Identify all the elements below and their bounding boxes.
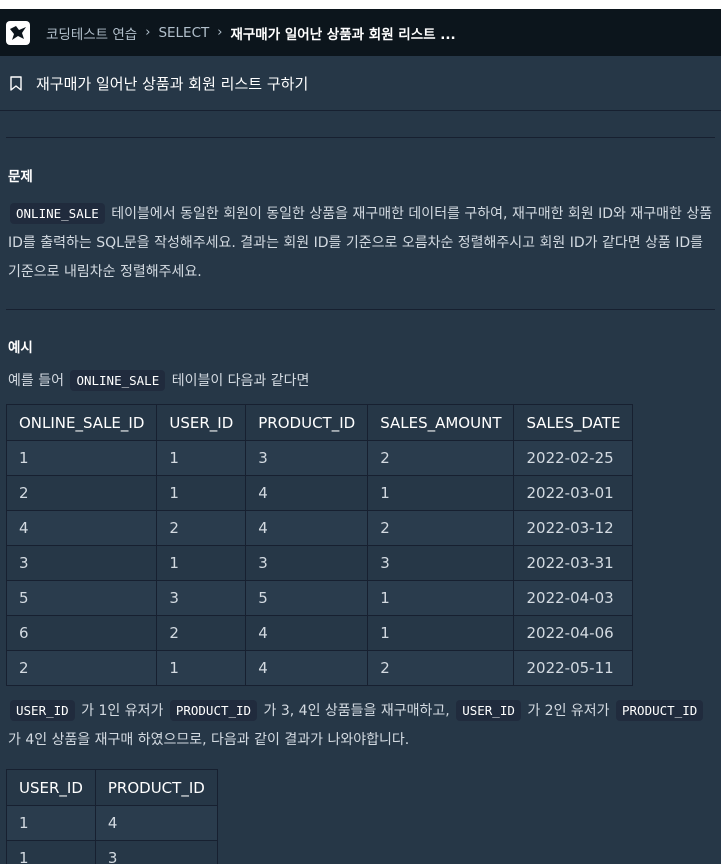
table-name-code: ONLINE_SALE [70, 370, 166, 391]
table-cell: 3 [245, 440, 369, 476]
table-cell: 1 [6, 840, 96, 864]
problem-title-bar: 재구매가 일어난 상품과 회원 리스트 구하기 [0, 56, 721, 111]
table-cell: 2022-03-31 [513, 545, 634, 581]
table-cell: 1 [156, 650, 247, 686]
app-frame: 코딩테스트 연습 › SELECT › 재구매가 일어난 상품과 회원 리스트 … [0, 9, 721, 864]
table-cell: 2 [156, 615, 247, 651]
example-intro-text: 예를 들어 [8, 373, 64, 389]
column-name-code: PRODUCT_ID [616, 700, 704, 721]
explanation-text: 가 1인 유저가 [81, 703, 164, 719]
table-row: 4 2 4 2 2022-03-12 [5, 510, 634, 546]
top-navigation: 코딩테스트 연습 › SELECT › 재구매가 일어난 상품과 회원 리스트 … [0, 9, 721, 56]
table-cell: 4 [245, 510, 369, 546]
column-header: SALES_DATE [513, 404, 634, 441]
table-cell: 2022-03-12 [513, 510, 634, 546]
example-intro-text: 테이블이 다음과 같다면 [171, 373, 310, 389]
table-cell: 4 [245, 615, 369, 651]
table-cell: 6 [5, 615, 158, 651]
table-cell: 2 [367, 440, 515, 476]
table-row: 1 4 [6, 805, 218, 841]
table-cell: 4 [245, 650, 369, 686]
table-cell: 3 [94, 840, 218, 864]
example-heading: 예시 [8, 340, 33, 356]
table-cell: 2 [367, 510, 515, 546]
table-row: 3 1 3 3 2022-03-31 [5, 545, 634, 581]
table-header-row: USER_ID PRODUCT_ID [6, 769, 218, 806]
table-cell: 2 [5, 475, 158, 511]
table-cell: 2022-02-25 [513, 440, 634, 476]
table-row: 1 1 3 2 2022-02-25 [5, 440, 634, 476]
table-cell: 1 [156, 475, 247, 511]
breadcrumb-select[interactable]: SELECT [158, 25, 209, 41]
table-row: 2 1 4 2 2022-05-11 [5, 650, 634, 686]
problem-title: 재구매가 일어난 상품과 회원 리스트 구하기 [36, 74, 309, 93]
table-cell: 4 [5, 510, 158, 546]
result-table: USER_ID PRODUCT_ID 1 4 1 3 [6, 769, 218, 864]
table-cell: 2022-03-01 [513, 475, 634, 511]
bookmark-icon[interactable] [10, 75, 22, 91]
breadcrumb-coding-test[interactable]: 코딩테스트 연습 [46, 23, 137, 43]
table-cell: 5 [5, 580, 158, 616]
table-header-row: ONLINE_SALE_ID USER_ID PRODUCT_ID SALES_… [5, 404, 634, 441]
column-header: USER_ID [156, 404, 247, 441]
table-cell: 3 [367, 545, 515, 581]
online-sale-table: ONLINE_SALE_ID USER_ID PRODUCT_ID SALES_… [5, 404, 634, 686]
table-cell: 2022-05-11 [513, 650, 634, 686]
table-cell: 4 [94, 805, 218, 841]
table-cell: 1 [156, 545, 247, 581]
table-row: 2 1 4 1 2022-03-01 [5, 475, 634, 511]
explanation-text: 가 4인 상품을 재구매 하였으므로, 다음과 같이 결과가 나와야합니다. [8, 732, 410, 748]
explanation-text: 가 2인 유저가 [527, 703, 610, 719]
table-cell: 2 [5, 650, 158, 686]
breadcrumb-current: 재구매가 일어난 상품과 회원 리스트 ... [230, 26, 456, 43]
column-name-code: PRODUCT_ID [169, 700, 258, 721]
table-cell: 3 [245, 545, 369, 581]
column-name-code: USER_ID [456, 700, 521, 721]
chevron-right-icon: › [217, 25, 223, 40]
column-header: ONLINE_SALE_ID [5, 404, 158, 441]
table-cell: 3 [5, 545, 158, 581]
table-cell: 2022-04-03 [513, 580, 634, 616]
programmers-logo-icon[interactable] [6, 20, 30, 45]
column-header: PRODUCT_ID [245, 404, 369, 441]
table-cell: 1 [367, 475, 515, 511]
column-header: SALES_AMOUNT [367, 404, 515, 441]
table-name-code: ONLINE_SALE [10, 203, 105, 224]
table-cell: 4 [245, 475, 369, 511]
table-row: 5 3 5 1 2022-04-03 [5, 580, 634, 616]
column-header: PRODUCT_ID [94, 769, 218, 806]
table-row: 6 2 4 1 2022-04-06 [5, 615, 634, 651]
table-cell: 2 [156, 510, 247, 546]
table-cell: 1 [6, 805, 96, 841]
problem-heading: 문제 [8, 169, 33, 185]
table-cell: 2022-04-06 [513, 615, 634, 651]
table-row: 1 3 [6, 840, 218, 864]
table-cell: 1 [367, 615, 515, 651]
table-cell: 1 [156, 440, 247, 476]
problem-description: ONLINE_SALE 테이블에서 동일한 회원이 동일한 상품을 재구매한 데… [8, 199, 713, 287]
chevron-right-icon: › [145, 25, 151, 40]
example-intro: 예를 들어 ONLINE_SALE 테이블이 다음과 같다면 [8, 366, 713, 396]
table-cell: 2 [367, 650, 515, 686]
column-name-code: USER_ID [10, 700, 75, 721]
explanation-text: 가 3, 4인 상품들을 재구매하고, [263, 703, 450, 719]
table-cell: 1 [5, 440, 158, 476]
example-explanation: USER_ID 가 1인 유저가 PRODUCT_ID 가 3, 4인 상품들을… [8, 696, 713, 755]
table-cell: 1 [367, 580, 515, 616]
problem-text: 테이블에서 동일한 회원이 동일한 상품을 재구매한 데이터를 구하여, 재구매… [8, 206, 713, 280]
column-header: USER_ID [6, 769, 96, 806]
table-cell: 5 [245, 580, 369, 616]
table-cell: 3 [156, 580, 247, 616]
